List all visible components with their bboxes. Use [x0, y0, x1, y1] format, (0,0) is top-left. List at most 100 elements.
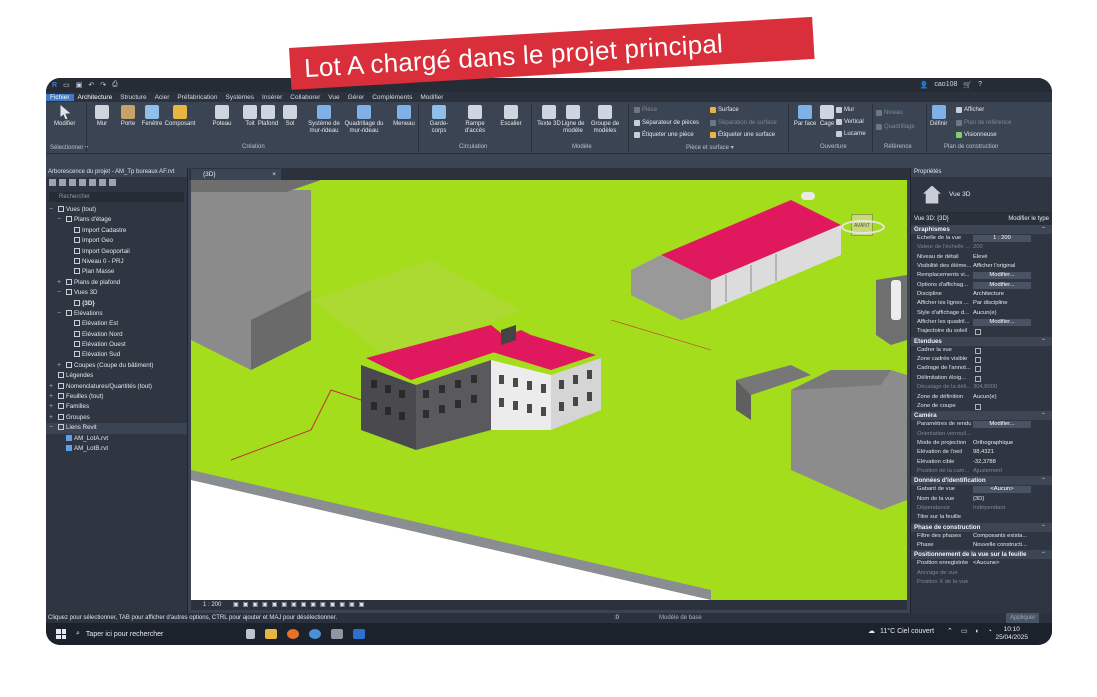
property-value[interactable]: [971, 513, 1052, 522]
property-value[interactable]: Elevé: [971, 253, 1052, 262]
tree-item[interactable]: − Liens Revit: [46, 423, 187, 434]
collapse-icon[interactable]: −: [57, 288, 61, 298]
redo-icon[interactable]: ↷: [100, 81, 106, 89]
property-value[interactable]: Orthographique: [971, 439, 1052, 448]
tab-6[interactable]: Insérer: [258, 94, 286, 101]
property-value[interactable]: 200: [971, 243, 1052, 252]
room-separator-button[interactable]: Séparateur de pièces: [634, 120, 699, 126]
save-icon[interactable]: ▣: [76, 81, 83, 89]
print-icon[interactable]: ⎙: [112, 81, 118, 89]
property-section[interactable]: Etendues: [911, 336, 1052, 346]
3d-viewport[interactable]: AVANT: [191, 180, 907, 600]
tree-item[interactable]: + Feuilles (tout): [46, 392, 187, 402]
property-value[interactable]: [971, 578, 1052, 587]
tab-9[interactable]: Gérer: [344, 94, 369, 101]
property-value[interactable]: 304,8000: [971, 383, 1052, 392]
tab-7[interactable]: Collaborer: [286, 94, 324, 101]
property-section[interactable]: Phase de construction: [911, 522, 1052, 532]
user-icon[interactable]: 👤: [920, 81, 929, 89]
weather-widget[interactable]: ☁ 11°C Ciel couvert ⌃ ▭ ◐ ◔: [868, 627, 995, 636]
property-button[interactable]: <Aucun>: [973, 486, 1031, 494]
tree-item[interactable]: Elévation Est: [46, 319, 187, 329]
collapse-icon[interactable]: −: [49, 423, 53, 433]
user-name[interactable]: cao108: [934, 81, 957, 89]
tree-item[interactable]: − Plans d'étage: [46, 215, 187, 225]
property-value[interactable]: Aucun(e): [971, 309, 1052, 318]
room-area-group[interactable]: Pièce et surface ▾: [686, 144, 734, 151]
property-value[interactable]: Architecture: [971, 290, 1052, 299]
ref-plane-button[interactable]: Plan de référence: [956, 120, 1011, 126]
file-explorer-icon[interactable]: [265, 629, 277, 639]
tree-item[interactable]: + Plans de plafond: [46, 278, 187, 288]
compass-ring-icon[interactable]: [841, 220, 885, 234]
property-value[interactable]: [971, 569, 1052, 578]
area-boundary-button[interactable]: Séparation de surface: [710, 120, 777, 126]
expand-icon[interactable]: +: [49, 392, 53, 402]
property-value[interactable]: Aucun(e): [971, 393, 1052, 402]
circulation-button-0[interactable]: Garde-corps: [424, 105, 454, 135]
property-checkbox[interactable]: [975, 347, 981, 354]
revit-app-icon[interactable]: [353, 629, 365, 639]
model-button-2[interactable]: Groupe de modèles: [590, 105, 620, 135]
model-button-1[interactable]: Ligne de modèle: [558, 105, 588, 135]
chrome-icon[interactable]: [309, 629, 321, 639]
property-checkbox[interactable]: [975, 366, 981, 373]
expand-icon[interactable]: +: [49, 402, 53, 412]
tree-item[interactable]: Elévation Nord: [46, 330, 187, 340]
set-workplane-button[interactable]: Définir: [930, 105, 947, 128]
tree-item[interactable]: + Familles: [46, 402, 187, 412]
property-section[interactable]: Graphismes: [911, 225, 1052, 234]
opening-button-3[interactable]: Vertical: [836, 119, 864, 125]
task-view-icon[interactable]: [246, 629, 255, 639]
view-controls-icons[interactable]: ▣▣▣▣▣▣▣▣▣▣▣▣▣▣: [233, 602, 368, 608]
expand-icon[interactable]: +: [49, 413, 53, 423]
expand-icon[interactable]: +: [49, 382, 53, 392]
apply-button[interactable]: Appliquer: [1006, 613, 1040, 623]
view-cube[interactable]: AVANT: [801, 190, 891, 250]
property-value[interactable]: 98,4321: [971, 448, 1052, 457]
app-icon[interactable]: [331, 629, 343, 639]
show-workplane-button[interactable]: Afficher: [956, 107, 984, 113]
property-section[interactable]: Caméra: [911, 411, 1052, 421]
property-value[interactable]: Afficher l'original: [971, 262, 1052, 271]
revit-logo-icon[interactable]: R: [52, 82, 57, 89]
tab-3[interactable]: Acier: [151, 94, 174, 101]
property-button[interactable]: Modifier...: [973, 281, 1031, 289]
tree-item[interactable]: Import Cadastre: [46, 226, 187, 236]
tree-item[interactable]: + Nomenclatures/Quantités (tout): [46, 382, 187, 392]
property-value[interactable]: Par discipline: [971, 299, 1052, 308]
tree-item[interactable]: Elévation Ouest: [46, 340, 187, 350]
opening-button-4[interactable]: Lucarne: [836, 131, 866, 137]
construction-button-4[interactable]: Poteau: [210, 105, 234, 128]
tree-item[interactable]: AM_LotB.rvt: [46, 444, 187, 454]
type-selector[interactable]: Vue 3D: [911, 177, 1052, 213]
tab-4[interactable]: Préfabrication: [173, 94, 221, 101]
tray-icons[interactable]: ⌃ ▭ ◐ ◔: [947, 627, 995, 635]
level-button[interactable]: Niveau: [876, 110, 903, 116]
toggle-icon[interactable]: [801, 192, 815, 200]
model-selector[interactable]: Modèle de base: [659, 613, 702, 623]
grid-button[interactable]: Quadrillage: [876, 124, 915, 130]
taskbar-search[interactable]: ⌕ Taper ici pour rechercher: [76, 630, 246, 638]
property-value[interactable]: <Aucune>: [971, 559, 1052, 568]
help-icon[interactable]: ?: [978, 81, 982, 89]
room-button[interactable]: Pièce: [634, 107, 657, 113]
cart-icon[interactable]: 🛒: [963, 81, 972, 89]
expand-icon[interactable]: +: [57, 361, 61, 371]
property-value[interactable]: Indépendant: [971, 504, 1052, 513]
select-group[interactable]: Sélectionner ▾: [50, 144, 88, 151]
opening-button-2[interactable]: Mur: [836, 107, 854, 113]
tag-area-button[interactable]: Étiqueter une surface: [710, 132, 775, 138]
property-button[interactable]: Modifier...: [973, 421, 1031, 429]
clock[interactable]: 10:10 25/04/2025: [995, 626, 1028, 642]
construction-button-0[interactable]: Mur: [90, 105, 114, 128]
tree-item[interactable]: − Vues 3D: [46, 288, 187, 298]
construction-button-9[interactable]: Quadrillage du mur-rideau: [344, 105, 384, 135]
construction-button-1[interactable]: Porte: [116, 105, 140, 128]
property-button[interactable]: 1 : 200: [973, 235, 1031, 242]
property-checkbox[interactable]: [975, 403, 981, 410]
tree-item[interactable]: − Elévations: [46, 309, 187, 319]
property-button[interactable]: Modifier...: [973, 272, 1031, 280]
tree-item[interactable]: AM_LotA.rvt: [46, 434, 187, 444]
tree-item[interactable]: Elévation Sud: [46, 350, 187, 360]
